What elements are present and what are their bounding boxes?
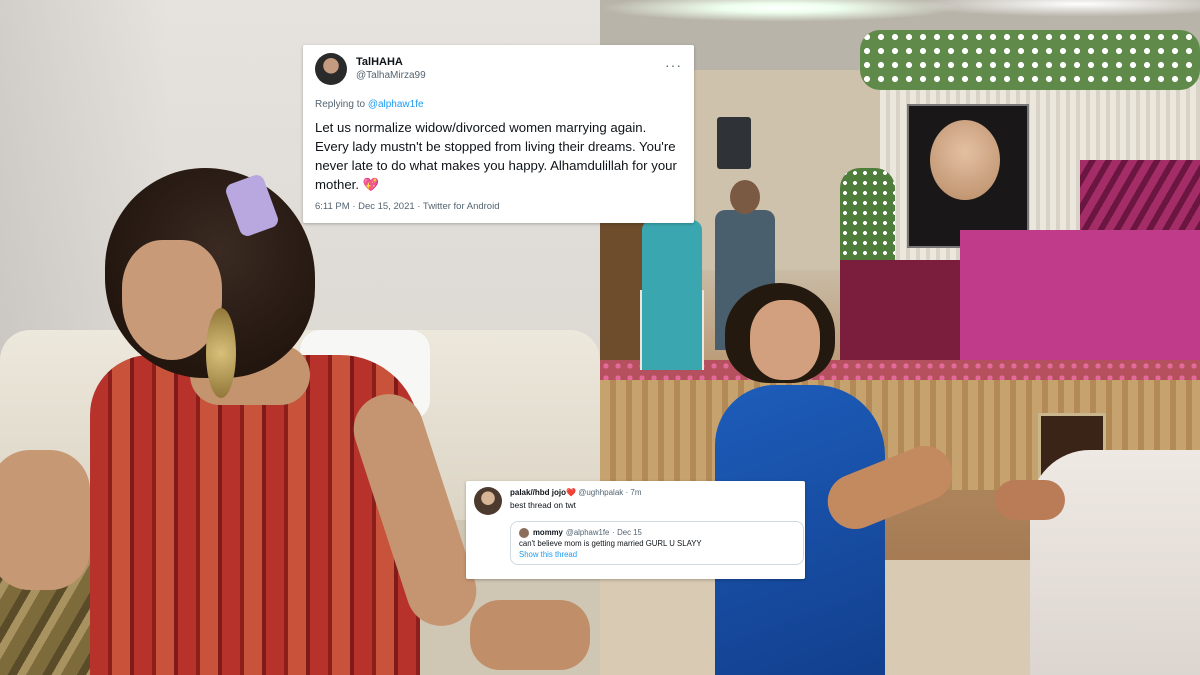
heart-icon: 💖 [362,177,380,192]
author-block: TalHAHA @TalhaMirza99 [356,56,426,82]
tweet-text: best thread on twt [510,500,576,510]
handle[interactable]: @TalhaMirza99 [356,69,426,82]
woman-right-hand [470,600,590,670]
quote-tweet-card[interactable]: palak//hbd jojo❤️ @ughhpalak · 7m best t… [466,481,805,579]
timestamp[interactable]: 6:11 PM · Dec 15, 2021 [315,201,415,212]
tweet-header: TalHAHA @TalhaMirza99 ··· [315,53,682,85]
quoted-header: mommy @alphaw1fe · Dec 15 [519,527,795,538]
replying-prefix: Replying to [315,99,366,110]
avatar[interactable] [315,53,347,85]
woman-left-arm [0,450,90,590]
quote-tweet-header: palak//hbd jojo❤️ @ughhpalak · 7m best t… [474,487,797,515]
tweet-body: Let us normalize widow/divorced women ma… [315,118,682,194]
groom-hand [995,480,1065,520]
tweet-card[interactable]: TalHAHA @TalhaMirza99 ··· Replying to @a… [303,45,694,223]
display-name[interactable]: palak//hbd jojo [510,488,566,497]
quoted-date: · Dec 15 [612,528,642,537]
tweet-source[interactable]: Twitter for Android [423,201,500,212]
floral-arch [860,30,1200,90]
display-name[interactable]: TalHAHA [356,56,426,69]
tweet-meta: 6:11 PM · Dec 15, 2021 · Twitter for And… [315,201,682,212]
replying-to: Replying to @alphaw1fe [315,99,682,110]
speaker [717,117,751,169]
tweet-age[interactable]: · 7m [626,488,642,497]
avatar[interactable] [474,487,502,515]
show-thread-link[interactable]: Show this thread [519,549,795,560]
quoted-avatar [519,527,529,538]
magenta-stage [960,230,1200,360]
replying-to-link[interactable]: @alphaw1fe [368,99,424,110]
earring [206,308,236,398]
author-line: palak//hbd jojo❤️ @ughhpalak · 7m [510,487,642,498]
quoted-display-name: mommy [533,528,563,537]
more-options-icon[interactable]: ··· [665,57,682,73]
heart-icon: ❤️ [566,488,576,497]
quoted-text: can't believe mom is getting married GUR… [519,539,702,548]
bride-face [750,300,820,380]
quote-tweet-content: palak//hbd jojo❤️ @ughhpalak · 7m best t… [510,487,642,511]
guest-teal-shirt [642,220,702,370]
stage-left-draping [840,260,960,370]
photographer-head [730,180,760,214]
quoted-tweet[interactable]: mommy @alphaw1fe · Dec 15 can't believe … [510,521,804,565]
quoted-handle: @alphaw1fe [565,528,610,537]
handle[interactable]: @ughhpalak [578,488,623,497]
portrait-face [930,120,1000,200]
